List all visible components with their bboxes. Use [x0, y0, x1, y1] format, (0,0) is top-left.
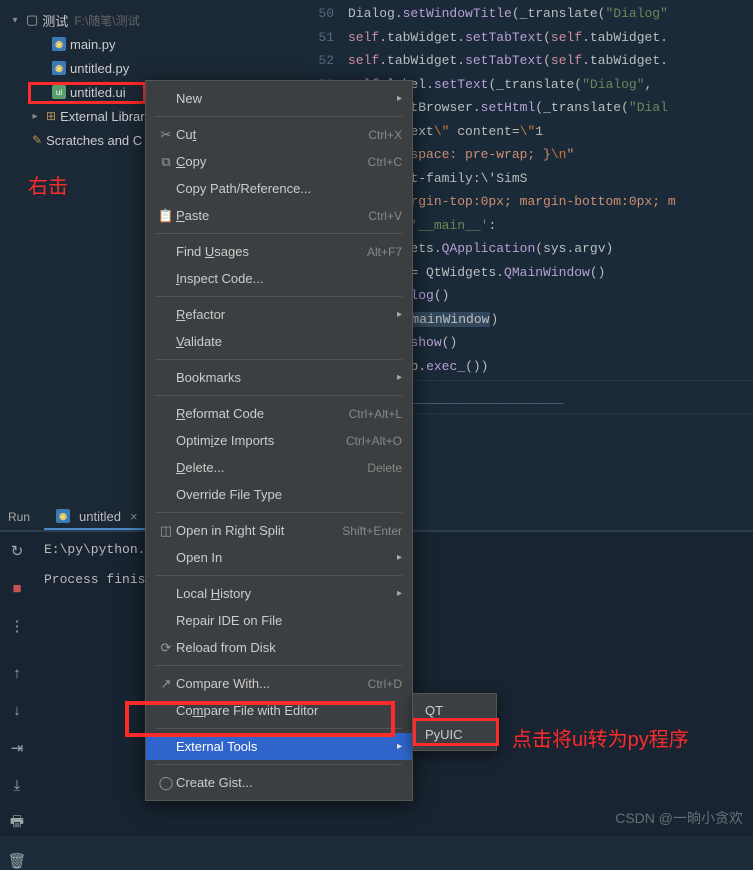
- run-toolbar: ↻ ■ ⋮ ↑ ↓ ⇥ ⤓ 🖶 🗑: [0, 532, 34, 836]
- menu-item-create-gist-[interactable]: ◯Create Gist...: [146, 769, 412, 796]
- rerun-icon[interactable]: ↻: [8, 542, 26, 560]
- wrap-icon[interactable]: ⇥: [8, 739, 26, 757]
- menu-item-repair-ide-on-file[interactable]: Repair IDE on File: [146, 607, 412, 634]
- menu-item-override-file-type[interactable]: Override File Type: [146, 481, 412, 508]
- chevron-down-icon: ▾: [8, 15, 22, 26]
- chevron-right-icon: ▸: [28, 111, 42, 122]
- external-tools-submenu: QTPyUIC: [412, 693, 497, 751]
- menu-item-open-in-right-split[interactable]: ◫Open in Right SplitShift+Enter: [146, 517, 412, 544]
- menu-item-validate[interactable]: Validate: [146, 328, 412, 355]
- more-icon[interactable]: ⋮: [8, 617, 26, 635]
- folder-icon: ▢: [26, 12, 38, 28]
- tree-root[interactable]: ▾ ▢ 测试 F:\随笔\测试: [0, 8, 300, 32]
- file-main-py[interactable]: ◉ main.py: [0, 32, 300, 56]
- menu-item-local-history[interactable]: Local History▸: [146, 580, 412, 607]
- menu-item-inspect-code-[interactable]: Inspect Code...: [146, 265, 412, 292]
- menu-item-refactor[interactable]: Refactor▸: [146, 301, 412, 328]
- menu-item-external-tools[interactable]: External Tools▸: [146, 733, 412, 760]
- menu-item-bookmarks[interactable]: Bookmarks▸: [146, 364, 412, 391]
- annotation-convert: 点击将ui转为py程序: [512, 723, 689, 752]
- scroll-icon[interactable]: ⤓: [8, 777, 26, 794]
- scratch-icon: ✎: [32, 133, 42, 147]
- menu-item-delete-[interactable]: Delete...Delete: [146, 454, 412, 481]
- menu-item-compare-with-[interactable]: ↗Compare With...Ctrl+D: [146, 670, 412, 697]
- menu-item-copy-path-reference-[interactable]: Copy Path/Reference...: [146, 175, 412, 202]
- run-panel-title: Run: [8, 510, 30, 524]
- menu-item-cut[interactable]: ✂CutCtrl+X: [146, 121, 412, 148]
- menu-item-compare-file-with-editor[interactable]: Compare File with Editor: [146, 697, 412, 724]
- submenu-item-pyuic[interactable]: PyUIC: [413, 722, 496, 746]
- annotation-right-click: 右击: [28, 170, 68, 199]
- file-untitled-py[interactable]: ◉ untitled.py: [0, 56, 300, 80]
- annotation-box-file: [28, 82, 146, 104]
- menu-item-reload-from-disk[interactable]: ⟳Reload from Disk: [146, 634, 412, 661]
- menu-item-optimize-imports[interactable]: Optimize ImportsCtrl+Alt+O: [146, 427, 412, 454]
- stop-icon[interactable]: ■: [8, 580, 26, 597]
- down-icon[interactable]: ↓: [8, 702, 26, 719]
- context-menu: New▸ ✂CutCtrl+X⧉CopyCtrl+CCopy Path/Refer…: [145, 80, 413, 801]
- delete-icon[interactable]: 🗑: [8, 852, 26, 870]
- menu-item-new[interactable]: New▸: [146, 85, 412, 112]
- python-file-icon: ◉: [52, 37, 66, 51]
- python-file-icon: ◉: [52, 61, 66, 75]
- root-path: F:\随笔\测试: [74, 12, 139, 29]
- up-icon[interactable]: ↑: [8, 665, 26, 682]
- menu-item-open-in[interactable]: Open In▸: [146, 544, 412, 571]
- close-icon[interactable]: ×: [130, 509, 138, 524]
- menu-item-reformat-code[interactable]: Reformat CodeCtrl+Alt+L: [146, 400, 412, 427]
- library-icon: ⊞: [46, 109, 56, 123]
- root-label: 测试: [42, 11, 68, 30]
- run-tab[interactable]: ◉ untitled ×: [44, 505, 146, 530]
- watermark: CSDN @一晌小贪欢: [615, 808, 743, 828]
- submenu-item-qt[interactable]: QT: [413, 698, 496, 722]
- python-file-icon: ◉: [56, 509, 70, 523]
- menu-item-copy[interactable]: ⧉CopyCtrl+C: [146, 148, 412, 175]
- menu-item-paste[interactable]: 📋PasteCtrl+V: [146, 202, 412, 229]
- menu-item-find-usages[interactable]: Find UsagesAlt+F7: [146, 238, 412, 265]
- print-icon[interactable]: 🖶: [8, 814, 26, 832]
